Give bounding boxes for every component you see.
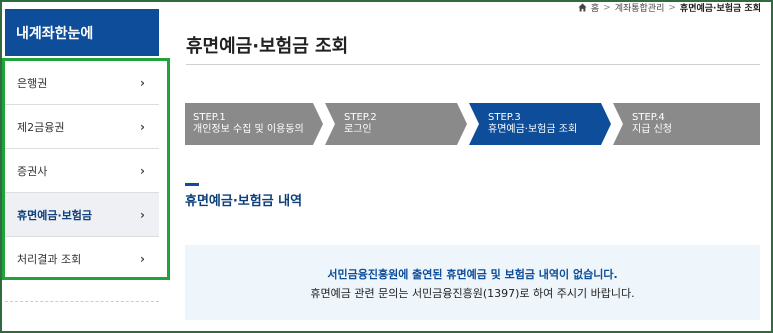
sidebar-title: 내계좌한눈에 xyxy=(5,9,159,56)
breadcrumb-home[interactable]: 홈 xyxy=(591,1,599,14)
section-accent-bar xyxy=(185,183,199,186)
section-title: 휴면예금·보험금 내역 xyxy=(185,194,303,209)
step-label: 개인정보 수집 및 이용동의 xyxy=(193,124,304,135)
breadcrumb-separator: > xyxy=(668,2,676,13)
step-progress: STEP.1 개인정보 수집 및 이용동의 STEP.2 로그인 STEP.3 … xyxy=(185,103,760,145)
step-number: STEP.1 xyxy=(193,112,226,123)
empty-result-notice: 서민금융진흥원에 출연된 휴면예금 및 보험금 내역이 없습니다. 휴면예금 관… xyxy=(185,245,760,320)
step-label: 휴면예금·보험금 조회 xyxy=(488,124,578,135)
home-icon[interactable] xyxy=(578,3,587,12)
sidebar-highlight-box xyxy=(2,58,170,280)
page-title: 휴면예금·보험금 조회 xyxy=(186,36,349,57)
step-number: STEP.2 xyxy=(344,112,377,123)
step-number: STEP.4 xyxy=(632,112,665,123)
step-label: 지급 신청 xyxy=(632,124,672,135)
step-2: STEP.2 로그인 xyxy=(325,103,467,145)
notice-contact-info: 휴면예금 관련 문의는 서민금융진흥원(1397)로 하여 주시기 바랍니다. xyxy=(310,287,635,300)
notice-message: 서민금융진흥원에 출연된 휴면예금 및 보험금 내역이 없습니다. xyxy=(327,268,618,281)
step-1: STEP.1 개인정보 수집 및 이용동의 xyxy=(185,103,323,145)
breadcrumb: 홈 > 계좌통합관리 > 휴면예금·보험금 조회 xyxy=(578,1,761,14)
step-3-current: STEP.3 휴면예금·보험금 조회 xyxy=(469,103,611,145)
step-label: 로그인 xyxy=(344,124,372,135)
breadcrumb-separator: > xyxy=(603,2,611,13)
breadcrumb-item[interactable]: 계좌통합관리 xyxy=(615,1,665,14)
step-4: STEP.4 지급 신청 xyxy=(613,103,760,145)
breadcrumb-current: 휴면예금·보험금 조회 xyxy=(679,4,761,14)
divider xyxy=(186,64,760,65)
divider xyxy=(5,301,159,302)
step-number: STEP.3 xyxy=(488,112,521,123)
